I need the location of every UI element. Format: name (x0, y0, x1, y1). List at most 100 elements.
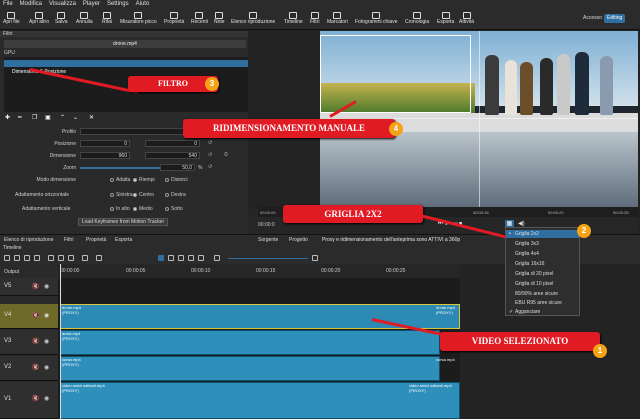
clip-video-amici-saltanti[interactable]: video amici saltanti.mp4 (PROXY) video a… (60, 382, 460, 419)
menu-player[interactable]: Player (83, 0, 100, 9)
height-field[interactable]: 540 (145, 152, 200, 159)
tab-project[interactable]: Progetto (289, 237, 308, 243)
clip-amici[interactable]: amici.mp4 (PROXY) amici.mp4 (60, 330, 454, 355)
eye-icon[interactable]: ◉ (44, 312, 49, 320)
filter-item-size-position[interactable]: Dimensione & Posizione (4, 60, 248, 75)
menu-visualizza[interactable]: Visualizza (49, 0, 76, 9)
snap-icon[interactable] (158, 255, 164, 261)
move-down-icon[interactable]: ⌄ (73, 114, 78, 122)
zoom-in-icon[interactable] (312, 255, 318, 261)
properties-button[interactable]: Proprietà (164, 10, 184, 29)
scrub-icon[interactable] (168, 255, 174, 261)
lift-icon[interactable] (68, 255, 74, 261)
eye-icon[interactable]: ◉ (44, 338, 49, 346)
tab-export[interactable]: Esporta (115, 237, 132, 243)
track-header-v4[interactable]: V4 (0, 304, 58, 329)
remove-icon[interactable] (58, 255, 64, 261)
tab-filters[interactable]: Filtri (64, 237, 73, 243)
recent-button[interactable]: Recenti (191, 10, 208, 29)
clip-corsa[interactable]: corsa.mp4 (PROXY) corsa.mp4 (60, 356, 455, 381)
ripple-markers-icon[interactable] (198, 255, 204, 261)
h-sinistra-radio[interactable]: Sinistra (110, 192, 133, 198)
tab-properties[interactable]: Proprietà (86, 237, 106, 243)
grid-option-16x16[interactable]: Griglia 16x16 (506, 260, 579, 268)
menu-aiuto[interactable]: Aiuto (136, 0, 150, 9)
position-x-field[interactable]: 0 (80, 140, 130, 147)
mute-icon[interactable]: 🔇 (32, 395, 39, 403)
undo-button[interactable]: Annulla (76, 10, 93, 29)
reset-size-icon[interactable]: ↺ (208, 152, 212, 158)
mute-icon[interactable]: 🔇 (32, 283, 39, 291)
ripple-all-icon[interactable] (188, 255, 194, 261)
menu-settings[interactable]: Settings (107, 0, 129, 9)
menu-file[interactable]: File (3, 0, 13, 9)
grid-option-ebu-r95[interactable]: EBU R95 aree sicure (506, 299, 579, 307)
timeline-button[interactable]: Timeline (284, 10, 303, 29)
tab-source[interactable]: Sorgente (258, 237, 278, 243)
reset-position-icon[interactable]: ↺ (208, 140, 212, 146)
mode-distorci-radio[interactable]: Distorci (165, 177, 188, 183)
remove-filter-icon[interactable]: ━ (18, 114, 22, 122)
zoom-out-icon[interactable] (214, 255, 220, 261)
load-keyframes-button[interactable]: Load Keyframes from Motion Tracker (78, 218, 168, 226)
v-inalto-radio[interactable]: In alto (110, 206, 130, 212)
mute-icon[interactable]: 🔇 (32, 364, 39, 372)
copy-icon[interactable] (24, 255, 30, 261)
save-filter-icon[interactable]: ▣ (45, 114, 51, 122)
open-file-button[interactable]: Apri file (3, 10, 20, 29)
track-header-v3[interactable]: V3 (0, 330, 58, 355)
v-sotto-radio[interactable]: Sotto (165, 206, 183, 212)
jobs-button[interactable]: Attività (459, 10, 474, 29)
timeline-zoom-slider[interactable] (228, 258, 308, 259)
save-button[interactable]: Salva (55, 10, 68, 29)
filters-button[interactable]: Filtri (310, 10, 319, 29)
track-header-v1[interactable]: V1 (0, 382, 58, 419)
grid-option-20px[interactable]: Griglia di 20 pixel (506, 270, 579, 278)
grid-option-4x4[interactable]: Griglia 4x4 (506, 250, 579, 258)
h-centro-radio[interactable]: Centro (133, 192, 154, 198)
layout-tab-accesso[interactable]: Accesso (580, 14, 605, 23)
reset-zoom-icon[interactable]: ↺ (208, 164, 212, 170)
position-y-field[interactable]: 0 (145, 140, 200, 147)
markers-button[interactable]: Marcatori (327, 10, 348, 29)
eye-icon[interactable]: ◉ (44, 364, 49, 372)
mute-icon[interactable]: 🔇 (32, 312, 39, 320)
playlist-button[interactable]: Elenco riproduzione (231, 10, 275, 29)
grid-option-10px[interactable]: Griglia di 10 pixel (506, 280, 579, 288)
grid-option-safe-80-90[interactable]: 80/90% aree sicure (506, 290, 579, 298)
paste-icon[interactable] (34, 255, 40, 261)
timeline-ruler[interactable]: 00:00:00 00:00:05 00:00:10 00:00:15 00:0… (58, 264, 460, 278)
peak-meter-button[interactable]: Misuratore picco (120, 10, 157, 29)
close-filter-icon[interactable]: ✕ (89, 114, 94, 122)
v-medio-radio[interactable]: Medio (133, 206, 153, 212)
tab-playlist[interactable]: Elenco di riproduzione (4, 237, 53, 243)
redo-button[interactable]: Rifai (102, 10, 112, 29)
eye-icon[interactable]: ◉ (44, 395, 49, 403)
layout-tab-editing[interactable]: Editing (604, 14, 626, 23)
copy-filter-icon[interactable]: ❐ (32, 114, 37, 122)
track-header-v5[interactable]: V5 (0, 278, 58, 296)
keyframe-stopwatch-icon[interactable]: ⏱ (224, 152, 228, 158)
mute-icon[interactable]: 🔇 (32, 338, 39, 346)
export-button[interactable]: Esporta (437, 10, 454, 29)
resize-selection-box[interactable] (320, 35, 471, 113)
keyframes-button[interactable]: Fotogrammi chiave (355, 10, 398, 29)
timeline-playhead[interactable] (60, 264, 61, 419)
eye-icon[interactable]: ◉ (44, 283, 49, 291)
mode-adatta-radio[interactable]: Adatta (110, 177, 130, 183)
notes-button[interactable]: Note (214, 10, 225, 29)
menu-modifica[interactable]: Modifica (20, 0, 42, 9)
mode-riempi-radio[interactable]: Riempi (133, 177, 155, 183)
width-field[interactable]: 960 (80, 152, 130, 159)
move-up-icon[interactable]: ⌃ (60, 114, 65, 122)
zoom-field[interactable]: 50,0 (160, 164, 195, 171)
grid-option-2x2[interactable]: Griglia 2x2 (506, 230, 579, 238)
cut-icon[interactable] (14, 255, 20, 261)
overwrite-icon[interactable] (82, 255, 88, 261)
add-filter-icon[interactable]: ✚ (5, 114, 10, 122)
ripple-icon[interactable] (178, 255, 184, 261)
zoom-slider[interactable] (80, 167, 160, 169)
h-destra-radio[interactable]: Destra (165, 192, 186, 198)
grid-option-snap[interactable]: Agganciare (506, 308, 579, 316)
open-other-button[interactable]: Apri altro (29, 10, 49, 29)
